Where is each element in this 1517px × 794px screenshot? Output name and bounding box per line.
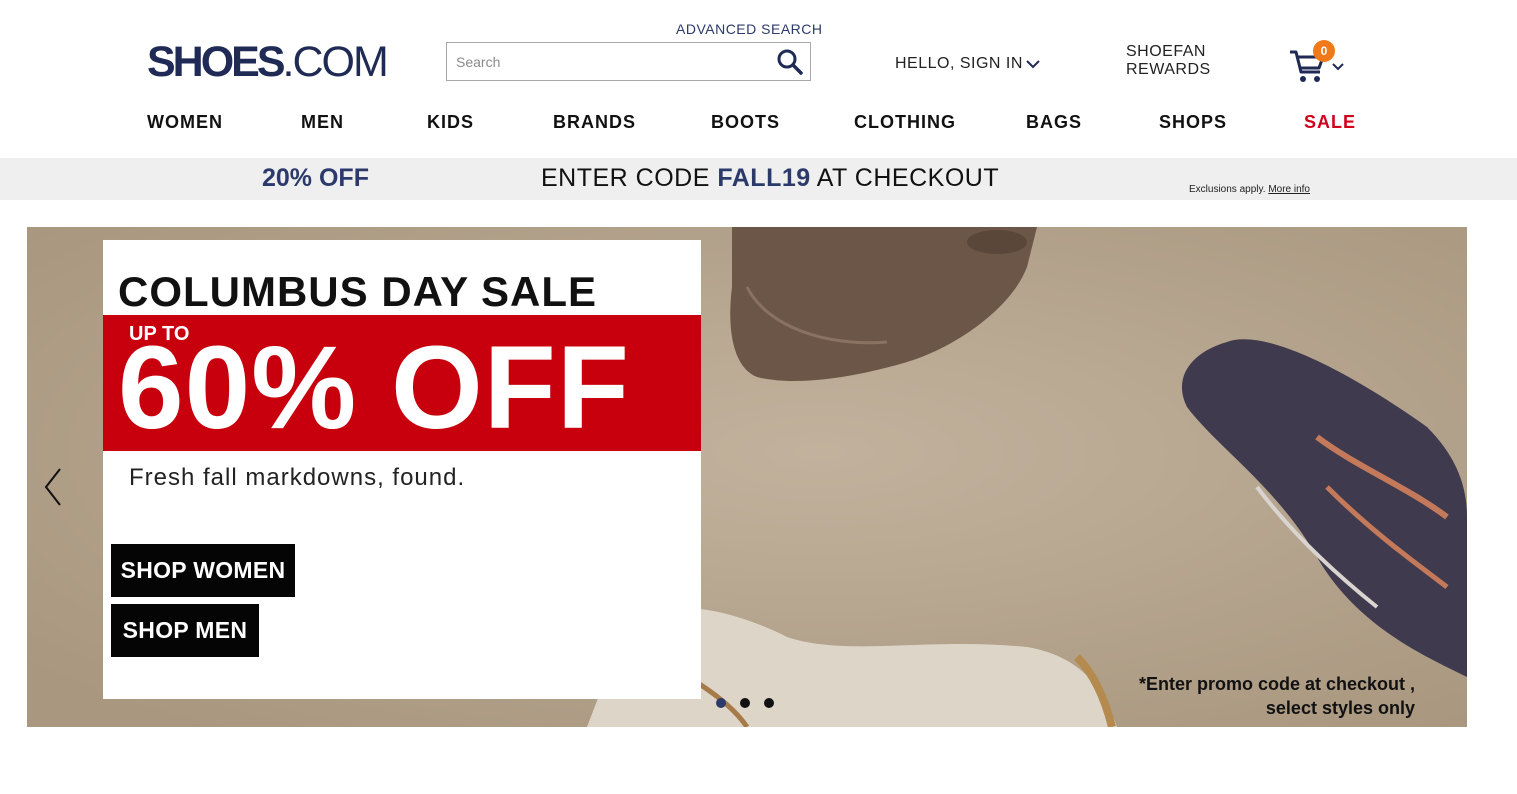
shoefan-rewards-link[interactable]: SHOEFAN REWARDS (1126, 43, 1211, 79)
chevron-left-icon (44, 468, 61, 506)
sign-in-label: HELLO, SIGN IN (895, 55, 1023, 72)
carousel-dots (716, 698, 774, 708)
sign-in-menu[interactable]: HELLO, SIGN IN (895, 55, 1040, 73)
search-box (446, 42, 811, 81)
carousel-prev-button[interactable] (42, 467, 64, 512)
search-input[interactable] (447, 43, 770, 80)
shop-women-button[interactable]: SHOP WOMEN (111, 544, 295, 597)
promo-banner: 20% OFF ENTER CODE FALL19 AT CHECKOUT Ex… (0, 158, 1517, 200)
chevron-down-icon (1332, 58, 1344, 76)
promo-text-after: AT CHECKOUT (810, 164, 1000, 192)
nav-sale[interactable]: SALE (1304, 112, 1356, 133)
hero-tagline: Fresh fall markdowns, found. (129, 464, 466, 491)
site-logo[interactable]: SHOES .COM (147, 37, 389, 86)
search-icon (777, 49, 803, 75)
hero-discount: 60% OFF (118, 322, 630, 454)
cart-button[interactable]: 0 (1288, 40, 1348, 84)
promo-text-before: ENTER CODE (541, 164, 718, 192)
logo-text-bold: SHOES (147, 37, 286, 86)
more-info-link[interactable]: More info (1268, 184, 1310, 195)
chevron-down-icon (1026, 59, 1040, 69)
disclaimer-line1: *Enter promo code at checkout , (1138, 674, 1415, 694)
nav-women[interactable]: WOMEN (147, 112, 223, 133)
carousel-dot[interactable] (740, 698, 750, 708)
hero-carousel: COLUMBUS DAY SALE UP TO 60% OFF Fresh fa… (27, 227, 1467, 727)
disclaimer-line2: select styles only (1265, 698, 1415, 718)
promo-code: FALL19 (717, 164, 811, 192)
logo-text-light: .COM (282, 37, 389, 86)
nav-brands[interactable]: BRANDS (553, 112, 636, 133)
nav-boots[interactable]: BOOTS (711, 112, 780, 133)
nav-kids[interactable]: KIDS (427, 112, 474, 133)
rewards-label-line2: REWARDS (1126, 61, 1211, 78)
hero-disclaimer: *Enter promo code at checkout , select s… (1139, 672, 1415, 720)
main-nav: WOMEN MEN KIDS BRANDS BOOTS CLOTHING BAG… (147, 112, 1355, 136)
carousel-dot[interactable] (716, 698, 726, 708)
hero-title: COLUMBUS DAY SALE (118, 268, 598, 315)
search-button[interactable] (770, 43, 810, 80)
nav-men[interactable]: MEN (301, 112, 344, 133)
nav-bags[interactable]: BAGS (1026, 112, 1082, 133)
discount-band: UP TO 60% OFF (103, 315, 701, 451)
promo-message: ENTER CODE FALL19 AT CHECKOUT (541, 164, 999, 193)
advanced-search-link[interactable]: ADVANCED SEARCH (676, 21, 823, 37)
exclusions-note: Exclusions apply. More info (1189, 184, 1310, 195)
exclusions-label: Exclusions apply. (1189, 184, 1266, 195)
shop-men-button[interactable]: SHOP MEN (111, 604, 259, 657)
hero-promo-card: COLUMBUS DAY SALE UP TO 60% OFF Fresh fa… (103, 240, 701, 699)
nav-clothing[interactable]: CLOTHING (854, 112, 956, 133)
nav-shops[interactable]: SHOPS (1159, 112, 1227, 133)
carousel-dot[interactable] (764, 698, 774, 708)
promo-discount: 20% OFF (262, 164, 369, 192)
rewards-label-line1: SHOEFAN (1126, 43, 1206, 60)
